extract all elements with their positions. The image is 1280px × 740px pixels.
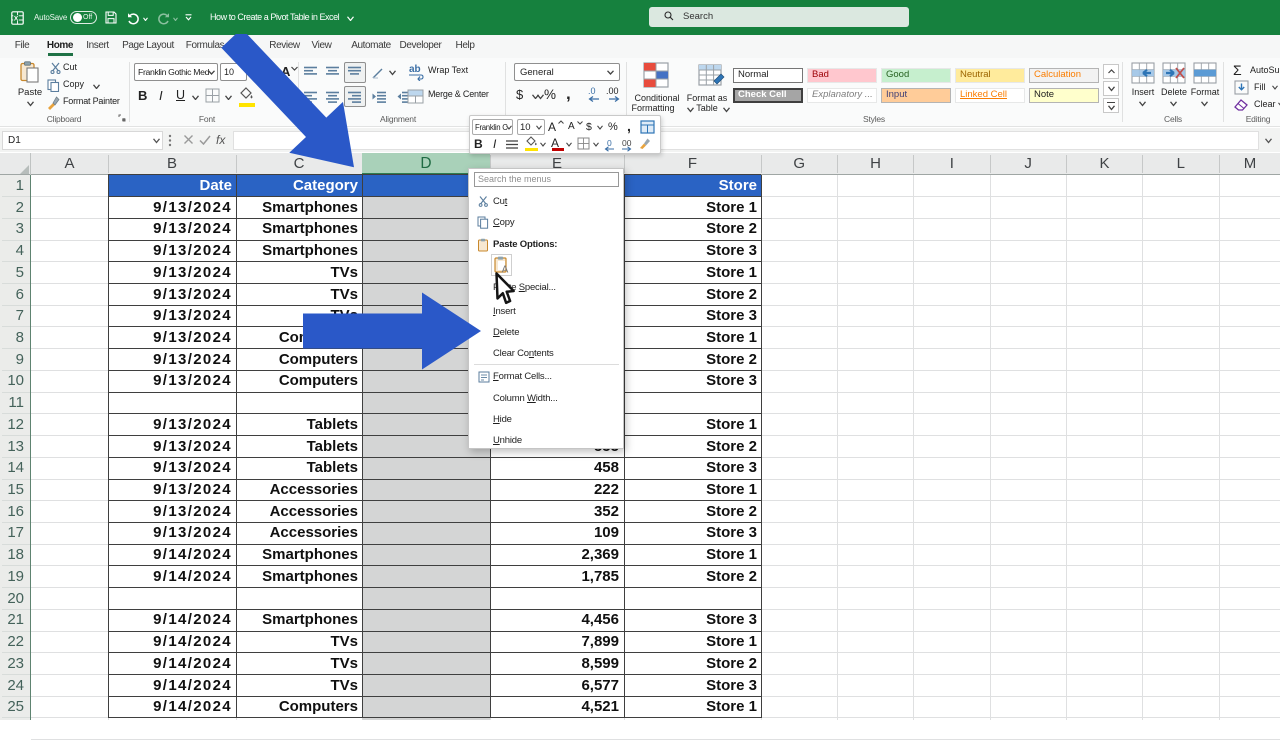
svg-text:X: X xyxy=(14,15,19,22)
